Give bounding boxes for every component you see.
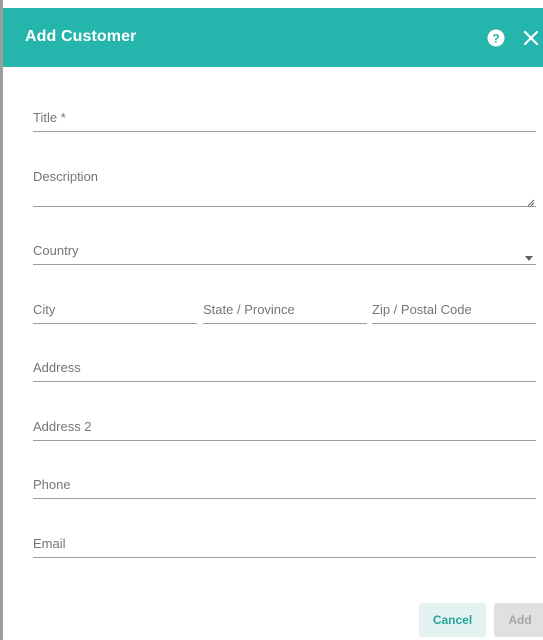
address-2-field[interactable]: Address 2 [33,412,536,441]
dialog-title: Add Customer [25,28,137,45]
state-province-field-label: State / Province [203,302,295,317]
country-field-label: Country [33,243,79,258]
add-customer-dialog: Add Customer ? Title * Description Count… [0,0,543,640]
email-field[interactable]: Email [33,529,536,558]
address-field[interactable]: Address [33,353,536,382]
svg-text:?: ? [492,31,499,45]
address-2-field-label: Address 2 [33,419,92,434]
resize-handle-icon[interactable] [527,194,535,207]
email-field-label: Email [33,536,66,551]
zip-postal-code-field-label: Zip / Postal Code [372,302,472,317]
phone-field-label: Phone [33,477,71,492]
add-button[interactable]: Add [494,603,543,637]
phone-field[interactable]: Phone [33,470,536,499]
country-select[interactable]: Country [33,236,536,265]
dialog-header: Add Customer ? [3,8,543,67]
state-province-field[interactable]: State / Province [203,295,367,324]
description-field-label: Description [33,169,99,184]
chevron-down-icon[interactable] [525,256,533,261]
close-icon[interactable] [522,29,540,47]
description-textarea[interactable]: Description [33,162,536,207]
city-field[interactable]: City [33,295,197,324]
zip-postal-code-field[interactable]: Zip / Postal Code [372,295,536,324]
city-field-label: City [33,302,56,317]
help-circle-icon[interactable]: ? [487,29,505,47]
title-field-label: Title * [33,110,66,125]
title-field[interactable]: Title * [33,104,536,132]
address-field-label: Address [33,360,81,375]
cancel-button[interactable]: Cancel [419,603,486,637]
